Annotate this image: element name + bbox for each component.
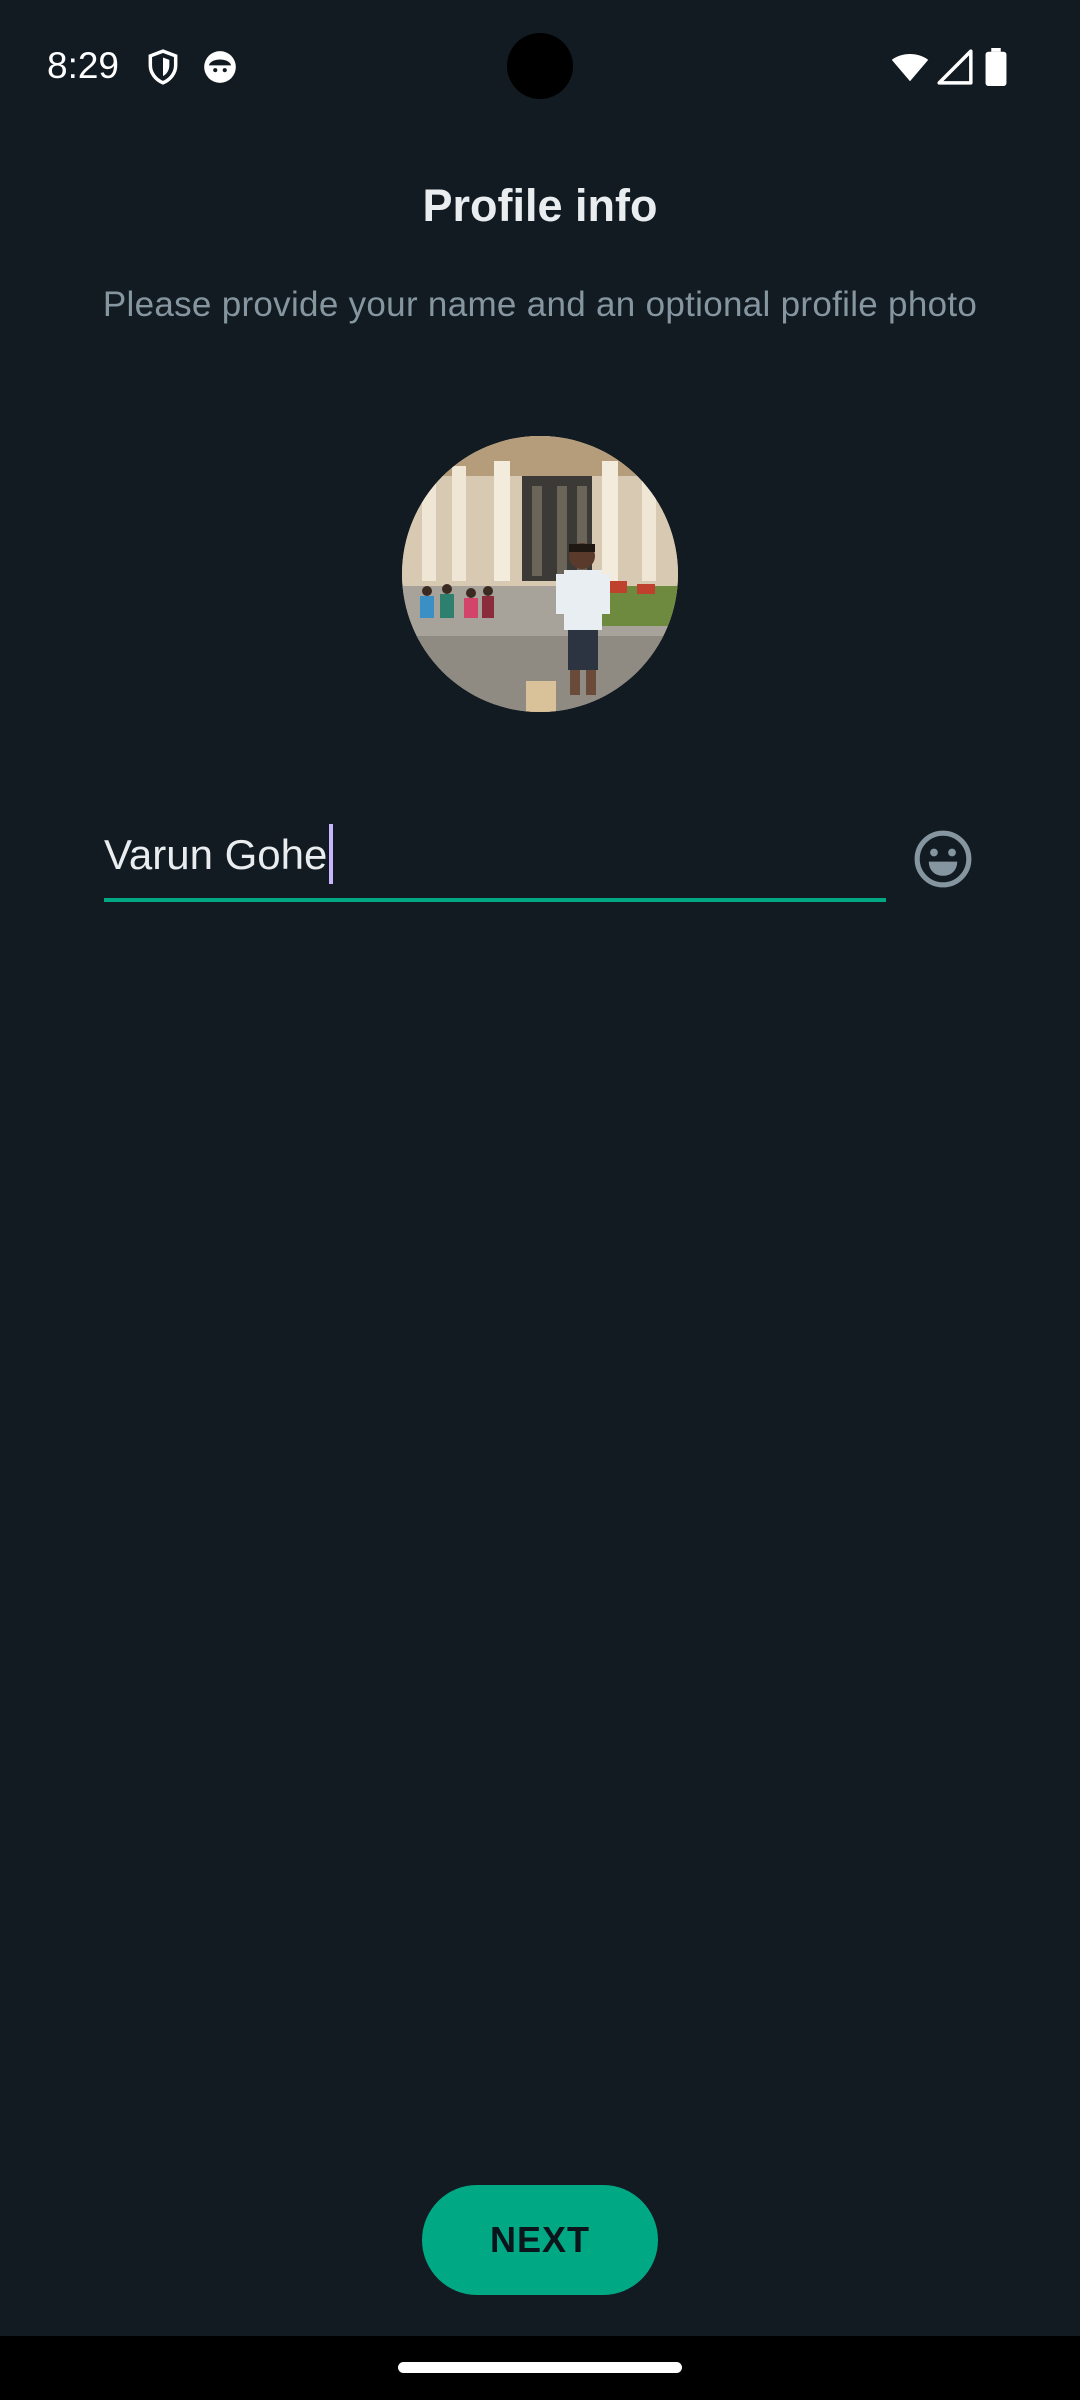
name-input[interactable]: Varun Gohe — [104, 812, 886, 902]
cell-signal-icon — [936, 48, 974, 86]
profile-photo[interactable] — [402, 436, 678, 712]
page-title: Profile info — [422, 180, 658, 231]
text-cursor — [329, 823, 334, 884]
camera-cutout — [507, 33, 573, 99]
cat-face-icon — [201, 48, 239, 86]
status-bar: 8:29 — [0, 0, 1080, 130]
shield-icon — [144, 48, 182, 86]
status-time: 8:29 — [47, 45, 120, 86]
home-indicator[interactable] — [398, 2362, 682, 2373]
next-button[interactable]: NEXT — [422, 2185, 658, 2295]
name-input-value: Varun Gohe — [104, 831, 328, 878]
wifi-icon — [890, 48, 930, 86]
emoji-icon[interactable] — [912, 828, 974, 890]
name-field[interactable]: Varun Gohe — [104, 812, 886, 902]
battery-icon — [984, 48, 1008, 86]
profile-info-screen: 8:29 Profile info Please provide your na… — [0, 0, 1080, 2400]
page-subtitle: Please provide your name and an optional… — [102, 285, 978, 324]
